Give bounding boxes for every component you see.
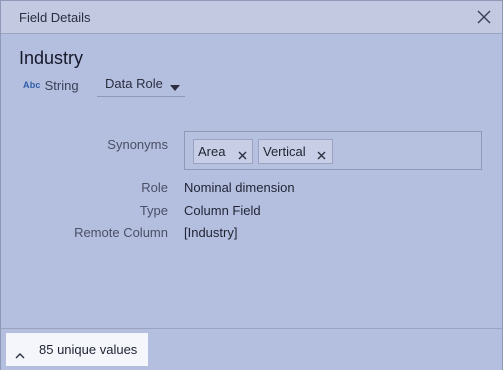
field-name: Industry [19,48,84,68]
x-icon[interactable] [317,147,326,160]
synonyms-input[interactable]: Area Vertical [184,131,482,170]
data-role-dropdown[interactable]: Data Role [97,72,185,97]
data-role-dropdown-label: Data Role [105,76,163,91]
role-label: Role [141,180,168,195]
x-icon[interactable] [238,147,247,160]
dialog-titlebar: Field Details [1,1,502,34]
synonym-chip-label: Area [198,144,226,159]
caret-down-icon [170,79,180,97]
dialog-title: Field Details [19,10,91,25]
synonym-chip-area: Area [193,139,253,164]
chevron-up-icon [15,346,25,364]
unique-values-toggle[interactable]: 85 unique values [6,333,148,366]
field-type-label: String [44,77,79,93]
dialog-footer: 85 unique values [1,328,502,370]
unique-values-label: 85 unique values [39,342,138,357]
role-value: Nominal dimension [184,180,295,195]
remote-column-label: Remote Column [74,225,168,240]
type-value: Column Field [184,203,261,218]
type-label: Type [139,203,168,218]
synonyms-label: Synonyms [107,137,168,152]
abc-string-icon: Abc [23,80,41,90]
close-icon[interactable] [476,9,492,25]
remote-column-value: [Industry] [184,225,238,240]
synonym-chip-vertical: Vertical [258,139,333,164]
synonym-chip-label: Vertical [263,144,306,159]
field-type: Abc String [23,75,79,95]
field-details-dialog: Field Details Industry Abc String Data R… [0,0,503,370]
